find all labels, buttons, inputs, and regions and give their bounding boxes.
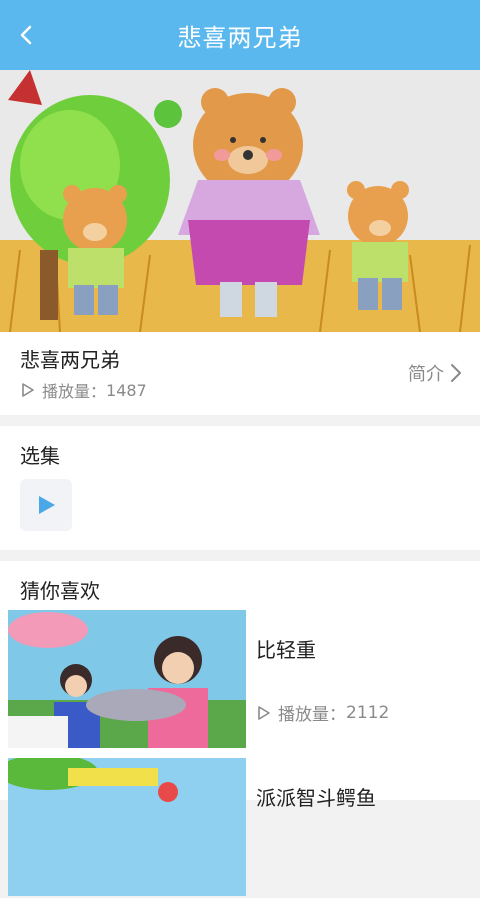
page-title: 悲喜两兄弟 [177, 24, 303, 52]
video-player-thumbnail[interactable] [0, 70, 480, 332]
chevron-right-icon [451, 364, 461, 382]
list-item[interactable]: 比轻重 播放量： 2112 [8, 610, 480, 750]
intro-link[interactable]: 简介 [408, 360, 462, 386]
play-count-value: 1487 [106, 380, 147, 400]
video-title: 悲喜两兄弟 [20, 348, 120, 372]
episodes-section: 选集 [0, 426, 480, 550]
play-outline-icon [258, 705, 270, 720]
episodes-title: 选集 [20, 444, 60, 468]
intro-label: 简介 [408, 364, 444, 385]
play-count-label: 播放量： [278, 705, 346, 725]
episode-play-button[interactable] [20, 479, 72, 531]
play-count-label: 播放量： [42, 382, 107, 401]
video-thumbnail[interactable] [8, 610, 246, 748]
video-name: 比轻重 [256, 638, 316, 662]
play-icon [39, 496, 55, 514]
recommend-title: 猜你喜欢 [20, 579, 100, 603]
app-header: 悲喜两兄弟 [0, 0, 480, 70]
video-info-panel: 悲喜两兄弟 播放量： 1487 简介 [0, 332, 480, 415]
play-count: 播放量： 1487 [20, 378, 147, 402]
video-name: 派派智斗鳄鱼 [256, 786, 376, 810]
list-item[interactable]: 派派智斗鳄鱼 [8, 758, 480, 898]
play-outline-icon [22, 383, 34, 397]
recommend-section: 猜你喜欢 比轻重 播放量： 2112 派派智斗鳄鱼 [0, 561, 480, 896]
video-thumbnail[interactable] [8, 758, 246, 896]
play-count: 播放量： 2112 [256, 700, 389, 725]
play-count-value: 2112 [346, 702, 390, 723]
